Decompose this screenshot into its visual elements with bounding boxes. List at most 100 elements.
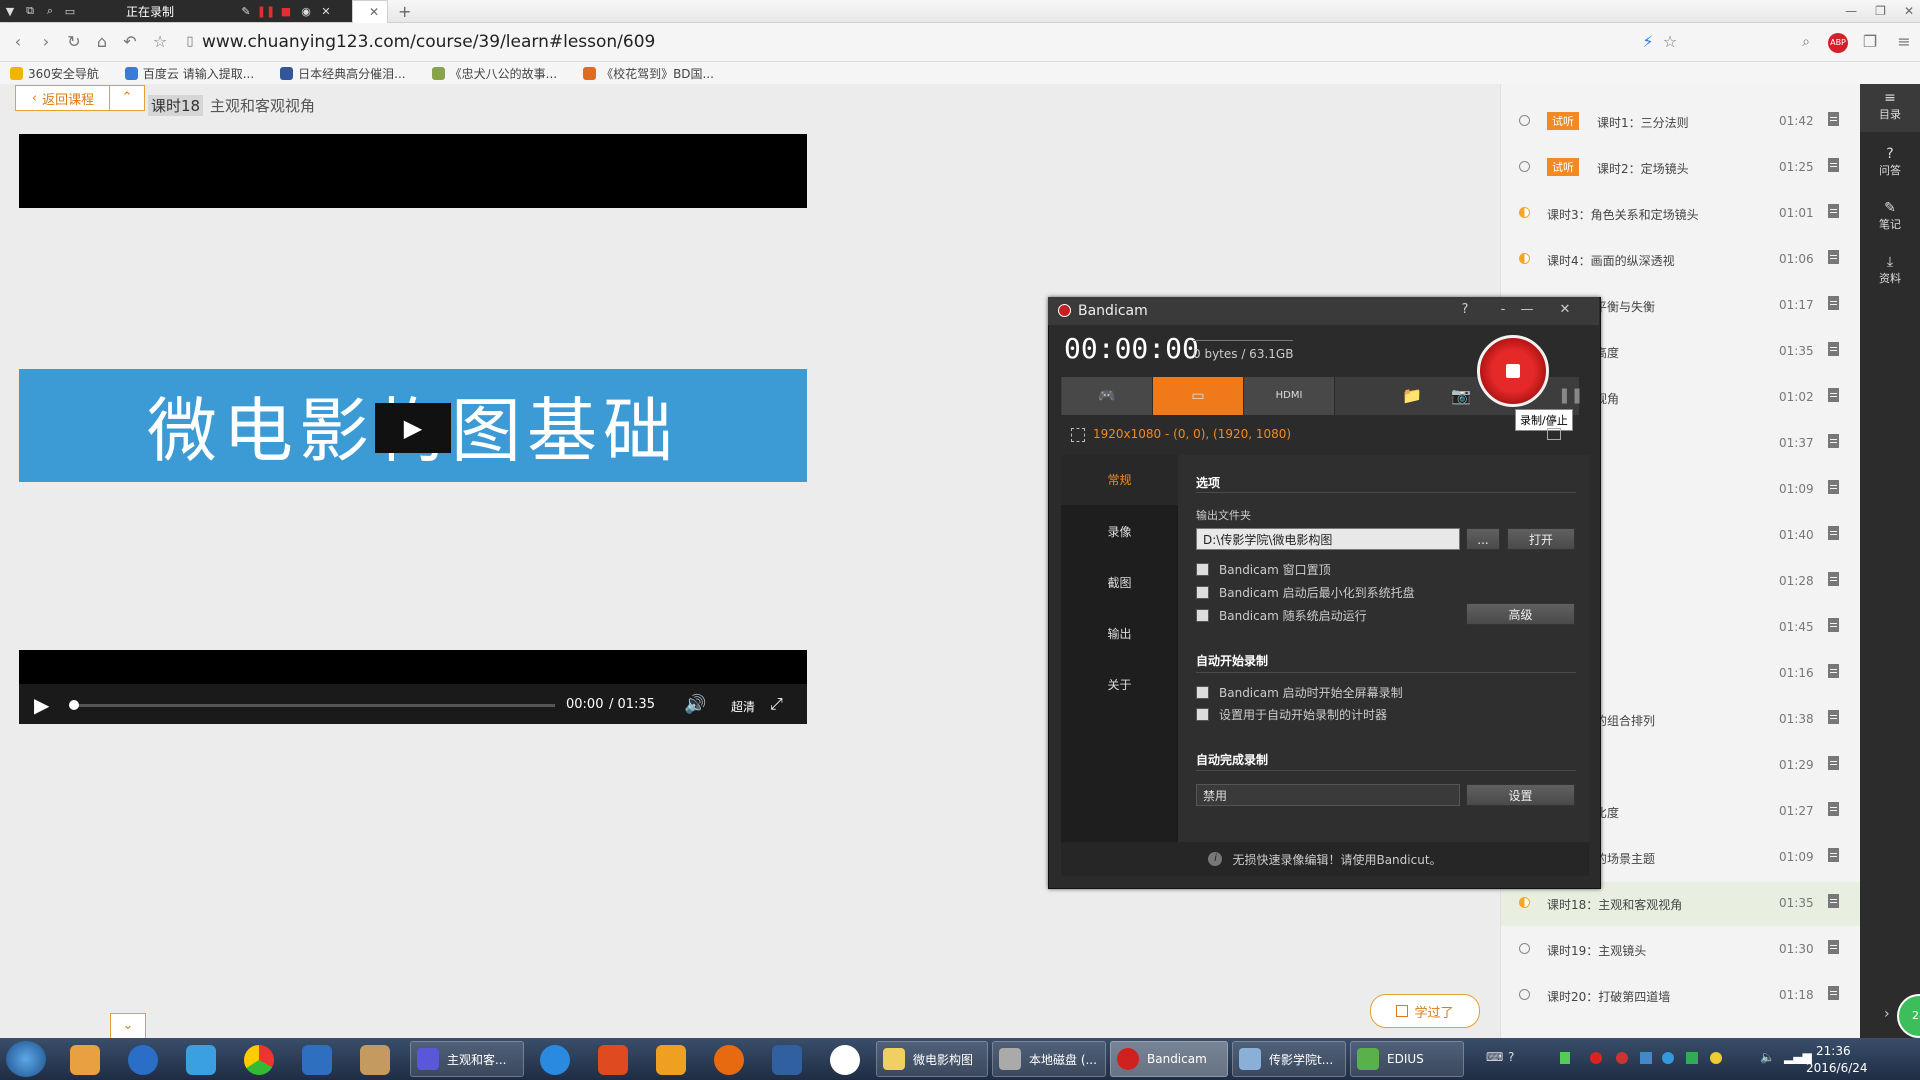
- collapse-up-button[interactable]: ⌃: [109, 85, 145, 111]
- window-mode-icon[interactable]: [1547, 428, 1561, 440]
- pencil-icon[interactable]: ✎: [236, 5, 256, 18]
- screenshot-camera-icon[interactable]: 📷: [1451, 386, 1471, 405]
- address-bar[interactable]: www.chuanying123.com/course/39/learn#les…: [202, 32, 655, 52]
- bandicam-minimize-icon[interactable]: —: [1514, 300, 1540, 320]
- help-icon[interactable]: ?: [1452, 300, 1478, 320]
- option-start-fullscreen[interactable]: Bandicam 启动时开始全屏幕录制: [1196, 684, 1403, 701]
- output-folder-input[interactable]: D:\传影学院\微电影构图: [1196, 528, 1460, 550]
- option-topmost[interactable]: Bandicam 窗口置顶: [1196, 561, 1331, 578]
- document-icon[interactable]: [1828, 112, 1839, 126]
- new-tab-icon[interactable]: +: [398, 2, 411, 21]
- lesson-item[interactable]: 试听 课时2：定场镜头 01:25: [1501, 146, 1861, 190]
- firefox-icon[interactable]: [714, 1045, 744, 1075]
- checkbox[interactable]: [1196, 708, 1209, 721]
- bookmark-item[interactable]: 《忠犬八公的故事...: [431, 65, 557, 82]
- progress-knob[interactable]: [69, 700, 79, 710]
- task-bandicam[interactable]: Bandicam: [1110, 1041, 1228, 1077]
- speaker-icon[interactable]: 🔈: [1760, 1050, 1775, 1064]
- option-autostart[interactable]: Bandicam 随系统启动运行: [1196, 607, 1367, 624]
- sidebar-item-notes[interactable]: ✎ 笔记: [1860, 194, 1920, 242]
- document-icon[interactable]: [1828, 250, 1839, 264]
- bird-icon[interactable]: [302, 1045, 332, 1075]
- start-button[interactable]: [6, 1041, 46, 1077]
- document-icon[interactable]: [1828, 848, 1839, 862]
- nav-image[interactable]: 截图: [1061, 558, 1178, 608]
- kugou-icon[interactable]: [128, 1045, 158, 1075]
- nav-about[interactable]: 关于: [1061, 660, 1178, 710]
- browse-button[interactable]: ...: [1466, 528, 1500, 550]
- document-icon[interactable]: [1828, 894, 1839, 908]
- chrome-icon[interactable]: [244, 1045, 274, 1075]
- document-icon[interactable]: [1828, 802, 1839, 816]
- record-tray-icon[interactable]: [1590, 1052, 1602, 1064]
- document-icon[interactable]: [1828, 204, 1839, 218]
- document-icon[interactable]: [1828, 756, 1839, 770]
- checkbox[interactable]: [1196, 609, 1209, 622]
- device-mode-tab[interactable]: HDMI: [1244, 377, 1335, 415]
- back-icon[interactable]: ‹: [8, 32, 28, 52]
- clock-date[interactable]: 2016/6/24: [1806, 1061, 1868, 1075]
- star-icon[interactable]: ☆: [150, 32, 170, 52]
- maximize-icon[interactable]: ❐: [1875, 4, 1886, 18]
- compact-icon[interactable]: -: [1490, 300, 1516, 320]
- favorite-star-icon[interactable]: ☆: [1660, 32, 1680, 52]
- game-mode-tab[interactable]: 🎮: [1062, 377, 1153, 415]
- document-icon[interactable]: [1828, 710, 1839, 724]
- document-icon[interactable]: [1828, 940, 1839, 954]
- volume-icon[interactable]: 🔊: [684, 694, 706, 715]
- undo-icon[interactable]: ↶: [120, 32, 140, 52]
- document-icon[interactable]: [1828, 526, 1839, 540]
- cloud-icon[interactable]: [186, 1045, 216, 1075]
- nav-output[interactable]: 输出: [1061, 609, 1178, 659]
- keyboard-icon[interactable]: ⌨: [1486, 1050, 1503, 1064]
- box-icon[interactable]: [656, 1045, 686, 1075]
- fullscreen-icon[interactable]: ⤢: [770, 694, 783, 714]
- task-document[interactable]: 传影学院t...: [1232, 1041, 1346, 1077]
- sidebar-toggle-icon[interactable]: ❐: [1860, 32, 1880, 52]
- update-tray-icon[interactable]: [1662, 1052, 1674, 1064]
- lesson-item[interactable]: 课时19：主观镜头 01:30: [1501, 928, 1861, 972]
- bookmark-item[interactable]: 《校花驾到》BD国...: [583, 65, 714, 82]
- lightning-icon[interactable]: ⚡: [1638, 32, 1658, 52]
- progress-bar[interactable]: [73, 704, 555, 707]
- search-go-icon[interactable]: ⌕: [1796, 32, 1816, 52]
- help-tray-icon[interactable]: ?: [1508, 1050, 1514, 1064]
- document-icon[interactable]: [1828, 342, 1839, 356]
- nav-general[interactable]: 常规: [1061, 455, 1178, 505]
- learned-button[interactable]: 学过了: [1370, 994, 1480, 1028]
- lesson-item[interactable]: 课时20：打破第四道墙 01:18: [1501, 974, 1861, 1018]
- play-icon[interactable]: ▶: [34, 693, 49, 717]
- option-minimize-tray[interactable]: Bandicam 启动后最小化到系统托盘: [1196, 584, 1415, 601]
- sidebar-item-qa[interactable]: ? 问答: [1860, 140, 1920, 188]
- document-icon[interactable]: [1828, 480, 1839, 494]
- checkbox[interactable]: [1196, 686, 1209, 699]
- battery-icon[interactable]: [1560, 1052, 1570, 1064]
- auto-complete-value[interactable]: 禁用: [1196, 784, 1460, 806]
- forward-icon[interactable]: ›: [36, 32, 56, 52]
- lesson-item[interactable]: 试听 课时1：三分法则 01:42: [1501, 100, 1861, 144]
- adblock-icon[interactable]: ABP: [1828, 33, 1848, 53]
- lesson-item[interactable]: 课时3：角色关系和定场镜头 01:01: [1501, 192, 1861, 236]
- minimize-icon[interactable]: —: [1845, 4, 1857, 18]
- task-disk[interactable]: 本地磁盘 (...: [992, 1041, 1106, 1077]
- checkbox[interactable]: [1196, 586, 1209, 599]
- advanced-button[interactable]: 高级: [1466, 603, 1575, 625]
- task-folder[interactable]: 微电影构图: [876, 1041, 988, 1077]
- sidebar-item-materials[interactable]: ⤓ 资料: [1860, 248, 1920, 296]
- task-browser[interactable]: 主观和客...: [410, 1041, 524, 1077]
- clock-time[interactable]: 21:36: [1816, 1044, 1851, 1058]
- pause-icon[interactable]: ❚❚: [256, 5, 276, 18]
- sidebar-item-catalog[interactable]: ≡ 目录: [1860, 84, 1920, 132]
- bookmark-item[interactable]: 360安全导航: [10, 65, 99, 82]
- security-tray-icon[interactable]: [1616, 1052, 1628, 1064]
- tray-app-icon[interactable]: [1710, 1052, 1722, 1064]
- document-icon[interactable]: [1828, 664, 1839, 678]
- play-overlay-button[interactable]: ▶: [375, 403, 451, 453]
- nav-video[interactable]: 录像: [1061, 507, 1178, 557]
- option-timer[interactable]: 设置用于自动开始录制的计时器: [1196, 706, 1387, 723]
- app-icon[interactable]: [598, 1045, 628, 1075]
- screen-mode-tab[interactable]: ▭: [1153, 377, 1244, 415]
- close-icon[interactable]: ✕: [316, 5, 336, 18]
- owl-icon[interactable]: [360, 1045, 390, 1075]
- home-icon[interactable]: ⌂: [92, 32, 112, 52]
